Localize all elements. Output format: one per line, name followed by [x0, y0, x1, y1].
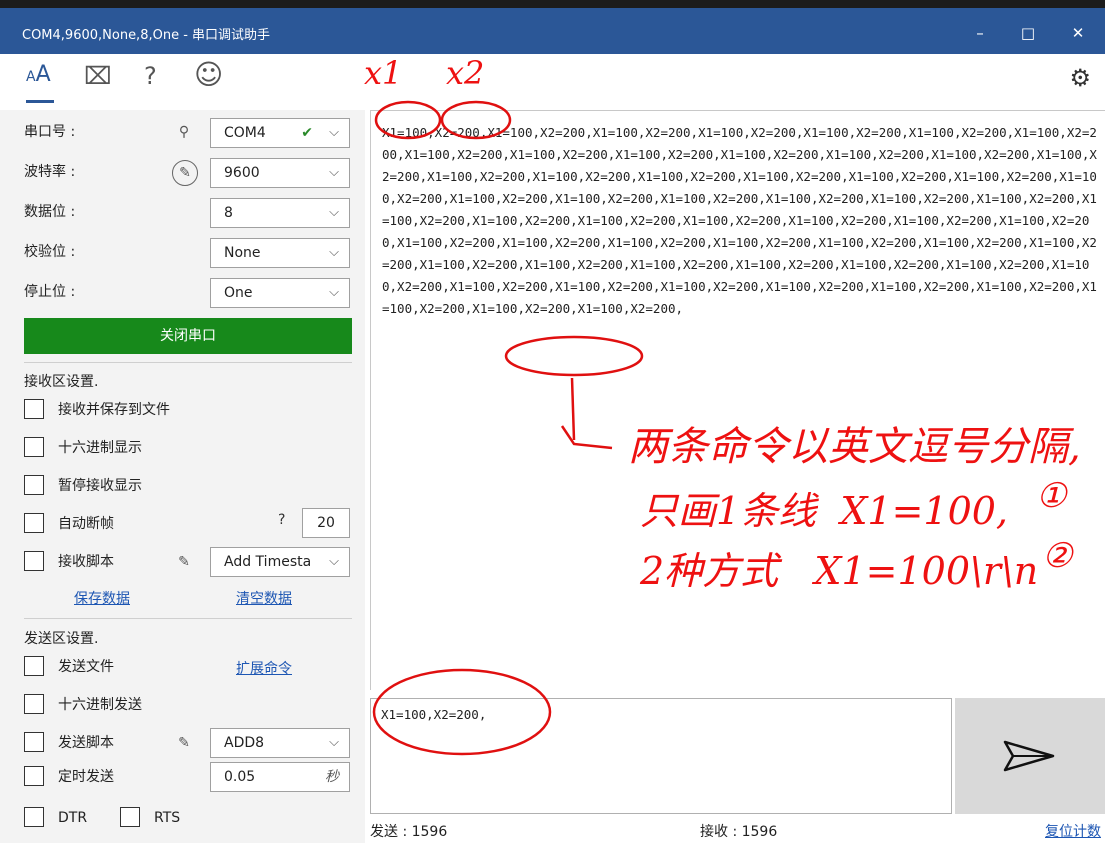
checkbox-label: 接收脚本 — [58, 554, 114, 570]
divider — [24, 618, 352, 619]
receive-text: X1=100,X2=200,X1=100,X2=200,X1=100,X2=20… — [382, 125, 1097, 316]
annotation-x1: x1 — [364, 54, 403, 92]
send-input[interactable]: X1=100,X2=200, — [370, 698, 952, 814]
parity-select[interactable]: None ⌵ — [210, 238, 350, 268]
sent-count: 发送 : 1596 — [370, 824, 448, 840]
send-settings-heading: 发送区设置. — [24, 631, 99, 647]
checkbox-box[interactable] — [24, 732, 44, 752]
databits-value: 8 — [224, 205, 233, 221]
databits-label: 数据位 : — [24, 204, 76, 220]
checkbox-label: 暂停接收显示 — [58, 478, 142, 494]
checkbox-box[interactable] — [24, 807, 44, 827]
recv-script-edit-icon[interactable]: ✎ — [172, 550, 196, 574]
settings-gear-icon[interactable]: ⚙ — [1069, 64, 1091, 92]
baud-select[interactable]: 9600 ⌵ — [210, 158, 350, 188]
send-button[interactable] — [955, 698, 1105, 814]
reset-count-link[interactable]: 复位计数 — [1045, 821, 1101, 841]
extended-commands-link[interactable]: 扩展命令 — [236, 658, 292, 678]
chevron-down-icon: ⌵ — [329, 735, 339, 750]
status-bar: 发送 : 1596 接收 : 1596 复位计数 — [370, 816, 1105, 843]
divider — [24, 362, 352, 363]
title-bar: COM4,9600,None,8,One - 串口调试助手 – □ ✕ — [0, 0, 1105, 54]
checkbox-box[interactable] — [24, 694, 44, 714]
send-script-edit-icon[interactable]: ✎ — [172, 731, 196, 755]
baud-value: 9600 — [224, 165, 260, 181]
checkbox-box[interactable] — [24, 513, 44, 533]
checkbox-label: 发送文件 — [58, 659, 114, 675]
chevron-down-icon: ⌵ — [329, 205, 339, 220]
toolbar: AA ⌧ ? ☺ ⚙ — [0, 54, 1105, 104]
chevron-down-icon: ⌵ — [329, 554, 339, 569]
auto-frame-help[interactable]: ? — [278, 512, 285, 528]
receive-area[interactable]: X1=100,X2=200,X1=100,X2=200,X1=100,X2=20… — [370, 110, 1105, 690]
maximize-button[interactable]: □ — [1008, 18, 1048, 48]
checkbox-box[interactable] — [24, 766, 44, 786]
annotation-mark2: ② — [1042, 536, 1073, 576]
parity-label: 校验位 : — [24, 244, 76, 260]
timed-unit: 秒 — [325, 769, 339, 785]
received-count: 接收 : 1596 — [700, 824, 778, 840]
send-icon — [1003, 740, 1055, 772]
checkbox-box[interactable] — [24, 656, 44, 676]
port-value: COM4 — [224, 125, 266, 141]
auto-frame-input[interactable]: 20 — [302, 508, 350, 538]
recv-script-select[interactable]: Add Timesta ⌵ — [210, 547, 350, 577]
checkbox-label: 自动断帧 — [58, 516, 114, 532]
send-script-select[interactable]: ADD8 ⌵ — [210, 728, 350, 758]
port-label: 串口号 : — [24, 124, 76, 140]
save-data-link[interactable]: 保存数据 — [74, 588, 130, 608]
stopbits-select[interactable]: One ⌵ — [210, 278, 350, 308]
timed-interval-value: 0.05 — [224, 769, 256, 785]
annotation-line2: 只画1条线 X1=100, — [640, 489, 1009, 533]
chevron-down-icon: ⌵ — [329, 165, 339, 180]
stopbits-label: 停止位 : — [24, 284, 76, 300]
port-select[interactable]: COM4 ✔ ⌵ — [210, 118, 350, 148]
window-title: COM4,9600,None,8,One - 串口调试助手 — [22, 28, 271, 43]
close-port-button[interactable]: 关闭串口 — [24, 318, 352, 354]
baud-label: 波特率 : — [24, 164, 76, 180]
send-text: X1=100,X2=200, — [381, 707, 487, 722]
checkbox-label: RTS — [154, 810, 181, 826]
databits-select[interactable]: 8 ⌵ — [210, 198, 350, 228]
checkbox-box[interactable] — [24, 437, 44, 457]
minimize-button[interactable]: – — [960, 18, 1000, 48]
font-icon[interactable]: AA — [26, 62, 51, 96]
checkbox-label: 定时发送 — [58, 769, 114, 785]
checkbox-label: 十六进制发送 — [58, 697, 142, 713]
smile-icon[interactable]: ☺ — [194, 58, 223, 92]
send-script-value: ADD8 — [224, 735, 265, 751]
timed-interval-input[interactable]: 0.05 秒 — [210, 762, 350, 792]
annotation-line1: 两条命令以英文逗号分隔, — [628, 424, 1081, 470]
annotation-x2: x2 — [446, 54, 485, 92]
baud-script-icon[interactable]: ✎ — [172, 160, 198, 186]
annotation-mark1: ① — [1036, 476, 1067, 516]
chevron-down-icon: ⌵ — [329, 245, 339, 260]
chevron-down-icon: ⌵ — [329, 285, 339, 300]
active-tab-indicator — [26, 100, 54, 103]
parity-value: None — [224, 245, 261, 261]
checkbox-label: 接收并保存到文件 — [58, 402, 170, 418]
clear-data-link[interactable]: 清空数据 — [236, 588, 292, 608]
check-icon: ✔ — [301, 125, 313, 141]
checkbox-label: DTR — [58, 810, 88, 826]
annotation-line3: 2种方式 X1=100\r\n — [640, 549, 1039, 593]
help-icon[interactable]: ? — [144, 62, 157, 96]
receive-settings-heading: 接收区设置. — [24, 374, 99, 390]
checkbox-box[interactable] — [24, 551, 44, 571]
close-button[interactable]: ✕ — [1058, 18, 1098, 48]
chevron-down-icon: ⌵ — [329, 125, 339, 140]
checkbox-box[interactable] — [24, 399, 44, 419]
checkbox-box[interactable] — [120, 807, 140, 827]
crop-icon[interactable]: ⌧ — [84, 62, 112, 96]
port-refresh-icon[interactable]: ⚲ — [172, 120, 196, 144]
left-panel: 串口号 : ⚲ COM4 ✔ ⌵ 波特率 : ✎ 9600 ⌵ 数据位 : 8 … — [0, 110, 365, 843]
checkbox-label: 十六进制显示 — [58, 440, 142, 456]
checkbox-label: 发送脚本 — [58, 735, 114, 751]
stopbits-value: One — [224, 285, 253, 301]
checkbox-box[interactable] — [24, 475, 44, 495]
recv-script-value: Add Timesta — [224, 554, 312, 570]
